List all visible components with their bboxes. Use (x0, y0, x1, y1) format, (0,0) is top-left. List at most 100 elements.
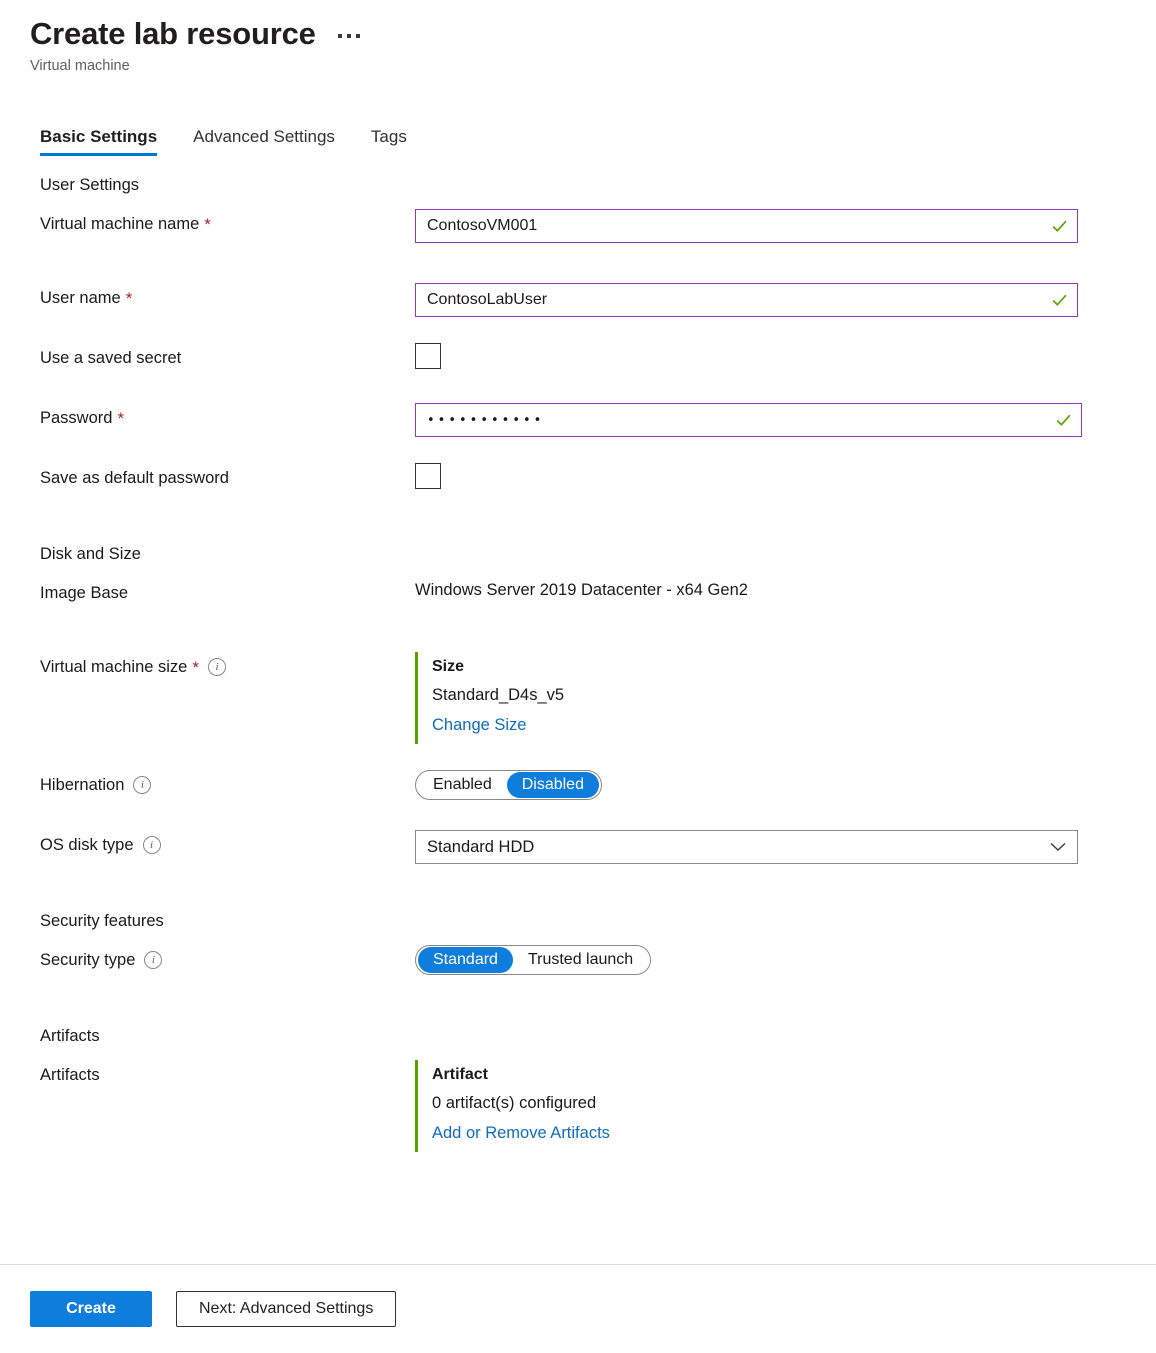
hibernation-label-text: Hibernation (40, 776, 125, 794)
hibernation-control: Enabled Disabled (415, 770, 1156, 800)
section-heading-user-settings: User Settings (40, 176, 140, 194)
vm-name-label: Virtual machine name * (40, 209, 415, 235)
page-header: Create lab resource Virtual machine (0, 0, 1156, 74)
artifacts-label: Artifacts (40, 1060, 415, 1086)
info-icon[interactable]: i (144, 951, 163, 969)
check-icon (1052, 294, 1067, 306)
create-button[interactable]: Create (30, 1291, 152, 1327)
image-base-control: Windows Server 2019 Datacenter - x64 Gen… (415, 578, 1156, 600)
info-icon[interactable]: i (133, 776, 152, 794)
ellipsis-dot (346, 34, 351, 38)
required-asterisk: * (117, 408, 125, 428)
user-name-textbox[interactable] (415, 283, 1078, 317)
artifacts-card-title: Artifact (432, 1066, 489, 1083)
change-size-link[interactable]: Change Size (432, 710, 526, 740)
use-saved-secret-label-text: Use a saved secret (40, 349, 182, 367)
security-type-label-text: Security type (40, 951, 136, 969)
info-icon[interactable]: i (142, 836, 161, 854)
security-type-option-standard[interactable]: Standard (418, 947, 513, 973)
artifacts-card-value: 0 artifact(s) configured (432, 1094, 597, 1112)
required-asterisk: * (125, 288, 133, 308)
user-name-control (415, 283, 1156, 317)
field-row-vm-size: Virtual machine size * i Size Standard_D… (40, 652, 1156, 744)
save-default-password-label: Save as default password (40, 463, 415, 489)
vm-size-label-text: Virtual machine size (40, 658, 188, 676)
tab-tags[interactable]: Tags (371, 127, 407, 156)
password-textbox[interactable]: ••••••••••• (415, 403, 1082, 437)
footer-actions: Create Next: Advanced Settings (0, 1265, 1156, 1327)
user-name-input[interactable] (416, 284, 1077, 316)
chevron-down-icon (1050, 842, 1066, 851)
vm-name-control (415, 209, 1156, 243)
password-input[interactable]: ••••••••••• (416, 413, 544, 428)
hibernation-label: Hibernation i (40, 770, 415, 796)
tab-advanced-settings[interactable]: Advanced Settings (193, 127, 335, 156)
vm-size-card-value: Standard_D4s_v5 (432, 686, 565, 704)
ellipsis-dot (355, 34, 360, 38)
password-label-text: Password (40, 409, 113, 427)
password-label: Password * (40, 403, 415, 429)
required-asterisk: * (192, 657, 199, 677)
field-row-user-name: User name * (40, 283, 1156, 317)
ellipsis-dot (337, 34, 342, 38)
vm-size-control: Size Standard_D4s_v5 Change Size (415, 652, 1156, 744)
next-advanced-settings-button[interactable]: Next: Advanced Settings (176, 1291, 397, 1327)
section-heading-artifacts: Artifacts (40, 1027, 100, 1045)
use-saved-secret-checkbox[interactable] (415, 343, 441, 369)
section-heading-disk-and-size: Disk and Size (40, 545, 141, 563)
security-type-toggle-group: Standard Trusted launch (415, 945, 652, 975)
required-asterisk: * (204, 214, 211, 234)
field-row-os-disk-type: OS disk type i Standard HDD (40, 830, 1156, 864)
page-subtitle: Virtual machine (30, 58, 130, 74)
basic-settings-form: User Settings Virtual machine name * Use… (0, 176, 1156, 1152)
add-remove-artifacts-link[interactable]: Add or Remove Artifacts (432, 1118, 610, 1148)
field-row-password: Password * ••••••••••• (40, 403, 1156, 437)
image-base-value: Windows Server 2019 Datacenter - x64 Gen… (415, 581, 748, 599)
vm-size-label: Virtual machine size * i (40, 652, 415, 678)
field-row-artifacts: Artifacts Artifact 0 artifact(s) configu… (40, 1060, 1156, 1152)
hibernation-option-enabled[interactable]: Enabled (418, 772, 507, 798)
image-base-label: Image Base (40, 578, 415, 604)
os-disk-type-dropdown[interactable]: Standard HDD (415, 830, 1078, 864)
info-icon[interactable]: i (207, 658, 226, 676)
save-default-password-control (415, 463, 1156, 489)
field-row-vm-name: Virtual machine name * (40, 209, 1156, 243)
os-disk-type-label-text: OS disk type (40, 836, 134, 854)
os-disk-type-label: OS disk type i (40, 830, 415, 856)
image-base-label-text: Image Base (40, 584, 129, 602)
field-row-hibernation: Hibernation i Enabled Disabled (40, 770, 1156, 804)
field-row-image-base: Image Base Windows Server 2019 Datacente… (40, 578, 1156, 612)
section-heading-security-features: Security features (40, 912, 164, 930)
os-disk-type-value: Standard HDD (427, 837, 535, 856)
os-disk-type-control: Standard HDD (415, 830, 1156, 864)
use-saved-secret-label: Use a saved secret (40, 343, 415, 369)
security-type-option-trusted-launch[interactable]: Trusted launch (513, 947, 648, 973)
security-type-label: Security type i (40, 945, 415, 971)
title-row: Create lab resource (30, 14, 1156, 54)
page-title: Create lab resource (30, 16, 316, 51)
artifacts-control: Artifact 0 artifact(s) configured Add or… (415, 1060, 1156, 1152)
user-name-label: User name * (40, 283, 415, 309)
tab-list: Basic Settings Advanced Settings Tags (40, 116, 1156, 156)
ellipsis-icon[interactable] (334, 24, 364, 44)
field-row-use-saved-secret: Use a saved secret (40, 343, 1156, 377)
tab-basic-settings[interactable]: Basic Settings (40, 127, 158, 156)
save-default-password-checkbox[interactable] (415, 463, 441, 489)
vm-name-textbox[interactable] (415, 209, 1078, 243)
vm-name-label-text: Virtual machine name (40, 215, 200, 233)
check-icon (1052, 220, 1067, 232)
hibernation-option-disabled[interactable]: Disabled (506, 772, 599, 798)
vm-size-card: Size Standard_D4s_v5 Change Size (415, 652, 1156, 744)
use-saved-secret-control (415, 343, 1156, 369)
vm-name-input[interactable] (416, 210, 1077, 242)
footer-bar: Create Next: Advanced Settings (0, 1264, 1156, 1353)
hibernation-toggle-group: Enabled Disabled (415, 770, 602, 800)
